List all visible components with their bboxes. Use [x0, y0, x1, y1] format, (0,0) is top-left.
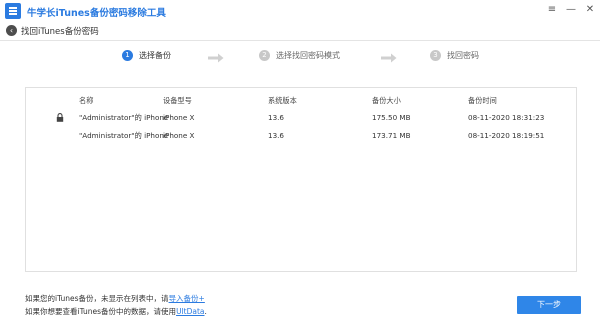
title-bar: 牛学长iTunes备份密码移除工具 ≡ — ✕	[0, 0, 600, 22]
divider	[0, 40, 600, 41]
back-arrow-icon[interactable]: ‹	[6, 25, 17, 36]
back-bar: ‹ 找回iTunes备份密码	[0, 22, 600, 40]
step-label: 找回密码	[447, 51, 479, 60]
row-time: 08-11-2020 18:31:23	[468, 113, 545, 122]
step-label: 选择备份	[139, 51, 171, 60]
header-model: 设备型号	[163, 96, 192, 105]
back-label[interactable]: 找回iTunes备份密码	[21, 25, 99, 37]
row-size: 175.50 MB	[372, 113, 411, 122]
row-model: iPhone X	[163, 131, 195, 140]
row-version: 13.6	[268, 131, 285, 140]
header-name: 名称	[79, 96, 94, 105]
step-number: 2	[259, 50, 270, 61]
table-row[interactable]: "Administrator"的 iPhone iPhone X 13.6 17…	[26, 128, 576, 144]
ultdata-link[interactable]: UltData	[176, 307, 204, 316]
row-size: 173.71 MB	[372, 131, 411, 140]
step-recover-password: 3 找回密码	[430, 50, 479, 61]
table-row[interactable]: "Administrator"的 iPhone iPhone X 13.6 17…	[26, 110, 576, 126]
row-name: "Administrator"的 iPhone	[79, 113, 169, 122]
header-version: 系统版本	[268, 96, 297, 105]
step-indicator: 1 选择备份 2 选择找回密码模式 3 找回密码	[0, 50, 600, 68]
row-version: 13.6	[268, 113, 285, 122]
header-time: 备份时间	[468, 96, 497, 105]
footer-ultdata-hint: 如果你想要查看iTunes备份中的数据，请使用UltData.	[25, 306, 207, 317]
menu-icon[interactable]: ≡	[546, 4, 558, 16]
ultdata-hint-text: 如果你想要查看iTunes备份中的数据，请使用	[25, 307, 177, 316]
arrow-right-icon	[381, 53, 397, 63]
next-button[interactable]: 下一步	[517, 296, 581, 314]
step-select-backup: 1 选择备份	[122, 50, 171, 61]
app-title: 牛学长iTunes备份密码移除工具	[27, 8, 166, 19]
row-time: 08-11-2020 18:19:51	[468, 131, 545, 140]
footer-import-hint: 如果您的iTunes备份，未显示在列表中，请导入备份+	[25, 293, 205, 304]
row-model: iPhone X	[163, 113, 195, 122]
header-size: 备份大小	[372, 96, 401, 105]
ultdata-hint-end: .	[204, 307, 207, 316]
table-header: 名称 设备型号 系统版本 备份大小 备份时间	[26, 93, 576, 109]
row-name: "Administrator"的 iPhone	[79, 131, 169, 140]
step-number: 1	[122, 50, 133, 61]
backup-table: 名称 设备型号 系统版本 备份大小 备份时间 "Administrator"的 …	[25, 87, 577, 272]
step-number: 3	[430, 50, 441, 61]
minimize-icon[interactable]: —	[565, 4, 577, 16]
app-logo-icon	[5, 3, 21, 19]
step-choose-mode: 2 选择找回密码模式	[259, 50, 340, 61]
close-icon[interactable]: ✕	[584, 4, 596, 16]
import-hint-text: 如果您的iTunes备份，未显示在列表中，请	[25, 294, 169, 303]
arrow-right-icon	[208, 53, 224, 63]
step-label: 选择找回密码模式	[276, 51, 340, 60]
lock-icon	[56, 113, 64, 122]
import-backup-link[interactable]: 导入备份+	[169, 294, 205, 303]
